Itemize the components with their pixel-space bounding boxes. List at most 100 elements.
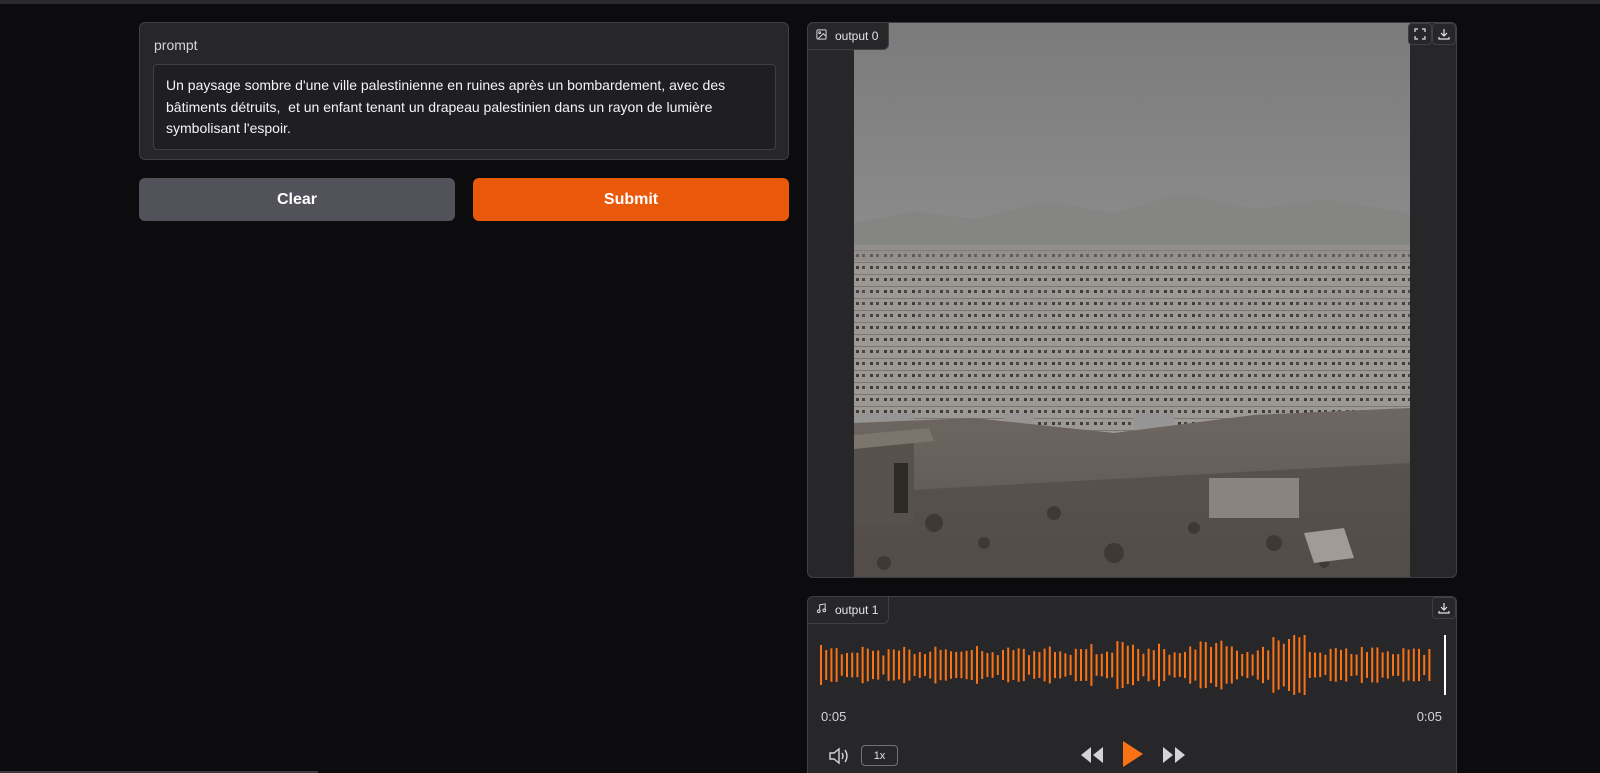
waveform-bar xyxy=(1199,641,1202,689)
waveform-bar xyxy=(1220,640,1223,690)
waveform-bar xyxy=(1194,649,1197,681)
image-icon xyxy=(816,29,827,43)
waveform-bar xyxy=(1158,643,1160,687)
waveform-bar xyxy=(1178,653,1181,677)
waveform-bar xyxy=(1376,647,1379,683)
waveform-bar xyxy=(1069,654,1072,676)
waveform-bar xyxy=(944,649,947,681)
output-0-tab: output 0 xyxy=(808,23,890,50)
waveform-bar xyxy=(866,648,869,682)
waveform-bar xyxy=(939,649,942,681)
playback-speed-button[interactable]: 1x xyxy=(861,745,898,766)
waveform-bar xyxy=(908,649,911,681)
waveform-bar xyxy=(1064,653,1067,677)
waveform-bar xyxy=(1095,654,1098,676)
waveform-bar xyxy=(1033,651,1036,679)
waveform-bar xyxy=(1054,652,1056,679)
waveform-bar xyxy=(877,650,880,680)
generated-image[interactable] xyxy=(854,23,1410,577)
waveform-bar xyxy=(955,651,958,678)
waveform-bar xyxy=(1142,653,1145,677)
waveform-bar xyxy=(1428,649,1431,681)
waveform-bar xyxy=(934,646,937,684)
waveform-bar xyxy=(1152,650,1155,680)
waveform-bar xyxy=(856,652,859,678)
waveform-bar xyxy=(1423,654,1426,675)
waveform-bar xyxy=(996,655,999,675)
waveform-bar xyxy=(1256,650,1259,680)
waveform-bar xyxy=(898,650,900,680)
waveform-bar xyxy=(1397,654,1400,676)
waveform-bar xyxy=(1038,652,1041,678)
waveform-bar xyxy=(1386,651,1389,679)
rewind-icon[interactable] xyxy=(1079,744,1105,771)
prompt-textarea[interactable]: Un paysage sombre d'une ville palestinie… xyxy=(153,64,776,150)
waveform-bar xyxy=(1402,648,1405,682)
waveform-bar xyxy=(1303,635,1306,695)
waveform-bar xyxy=(1230,646,1233,684)
output-1-label: output 1 xyxy=(835,603,879,617)
clear-button[interactable]: Clear xyxy=(139,178,455,221)
waveform-bar xyxy=(1002,650,1004,680)
output-0-label: output 0 xyxy=(835,29,879,43)
waveform-bar xyxy=(1308,652,1311,678)
waveform-bar xyxy=(1147,648,1150,682)
submit-button[interactable]: Submit xyxy=(473,178,789,221)
waveform-bar xyxy=(1100,653,1103,677)
waveform-bar xyxy=(1215,643,1218,687)
waveform-bar xyxy=(1137,648,1140,681)
waveform-bar xyxy=(1392,654,1394,676)
waveform-bar xyxy=(903,646,906,684)
waveform-bar xyxy=(1371,647,1374,683)
audio-controls: 1x xyxy=(808,741,1456,773)
waveform-bar xyxy=(1204,642,1207,688)
waveform-bar xyxy=(1126,645,1129,685)
playhead-cursor[interactable] xyxy=(1444,635,1446,695)
waveform-bar xyxy=(1132,644,1134,686)
audio-waveform[interactable] xyxy=(820,635,1446,695)
volume-icon[interactable] xyxy=(827,745,851,767)
play-icon[interactable] xyxy=(1119,739,1145,773)
waveform-bar xyxy=(1381,652,1384,678)
waveform-bar xyxy=(1241,654,1244,677)
waveform-bar xyxy=(892,649,895,681)
waveform-bar xyxy=(846,653,848,678)
waveform-bar xyxy=(872,650,874,680)
waveform-bar xyxy=(882,655,885,675)
waveform-bar xyxy=(913,654,916,676)
waveform-bar xyxy=(950,651,952,679)
waveform-bar xyxy=(1314,652,1316,678)
waveform-bar xyxy=(820,645,822,685)
waveform-bar xyxy=(986,653,989,678)
waveform-bar xyxy=(1090,644,1093,686)
waveform-bar xyxy=(965,650,968,680)
waveform-bar xyxy=(1288,639,1290,691)
output-1-tab: output 1 xyxy=(808,597,890,624)
waveform-bar xyxy=(1262,646,1264,684)
waveform-bar xyxy=(1080,649,1082,681)
waveform-bar xyxy=(1293,635,1296,695)
waveform-bar xyxy=(1360,647,1363,683)
top-bar xyxy=(0,0,1600,4)
waveform-bar xyxy=(1074,648,1077,682)
waveform-bar xyxy=(924,654,926,676)
waveform-bar xyxy=(960,651,963,679)
waveform-bar xyxy=(1329,648,1332,682)
waveform-bar xyxy=(1345,648,1348,682)
waveform-bar xyxy=(861,646,864,684)
waveform-bar xyxy=(1059,651,1062,679)
waveform-bar xyxy=(1340,649,1342,681)
waveform-bar xyxy=(1334,648,1337,682)
waveform-bar xyxy=(1407,649,1410,681)
fullscreen-icon[interactable] xyxy=(1408,23,1432,45)
waveform-bar xyxy=(1272,637,1275,693)
waveform-bar xyxy=(981,651,984,679)
waveform-bar xyxy=(1085,649,1088,681)
waveform-bar xyxy=(1246,652,1249,678)
fast-forward-icon[interactable] xyxy=(1161,744,1187,771)
waveform-bar xyxy=(1418,648,1420,682)
waveform-bar xyxy=(830,648,833,682)
waveform-bar xyxy=(1116,641,1119,689)
download-icon[interactable] xyxy=(1432,597,1456,619)
download-icon[interactable] xyxy=(1432,23,1456,45)
